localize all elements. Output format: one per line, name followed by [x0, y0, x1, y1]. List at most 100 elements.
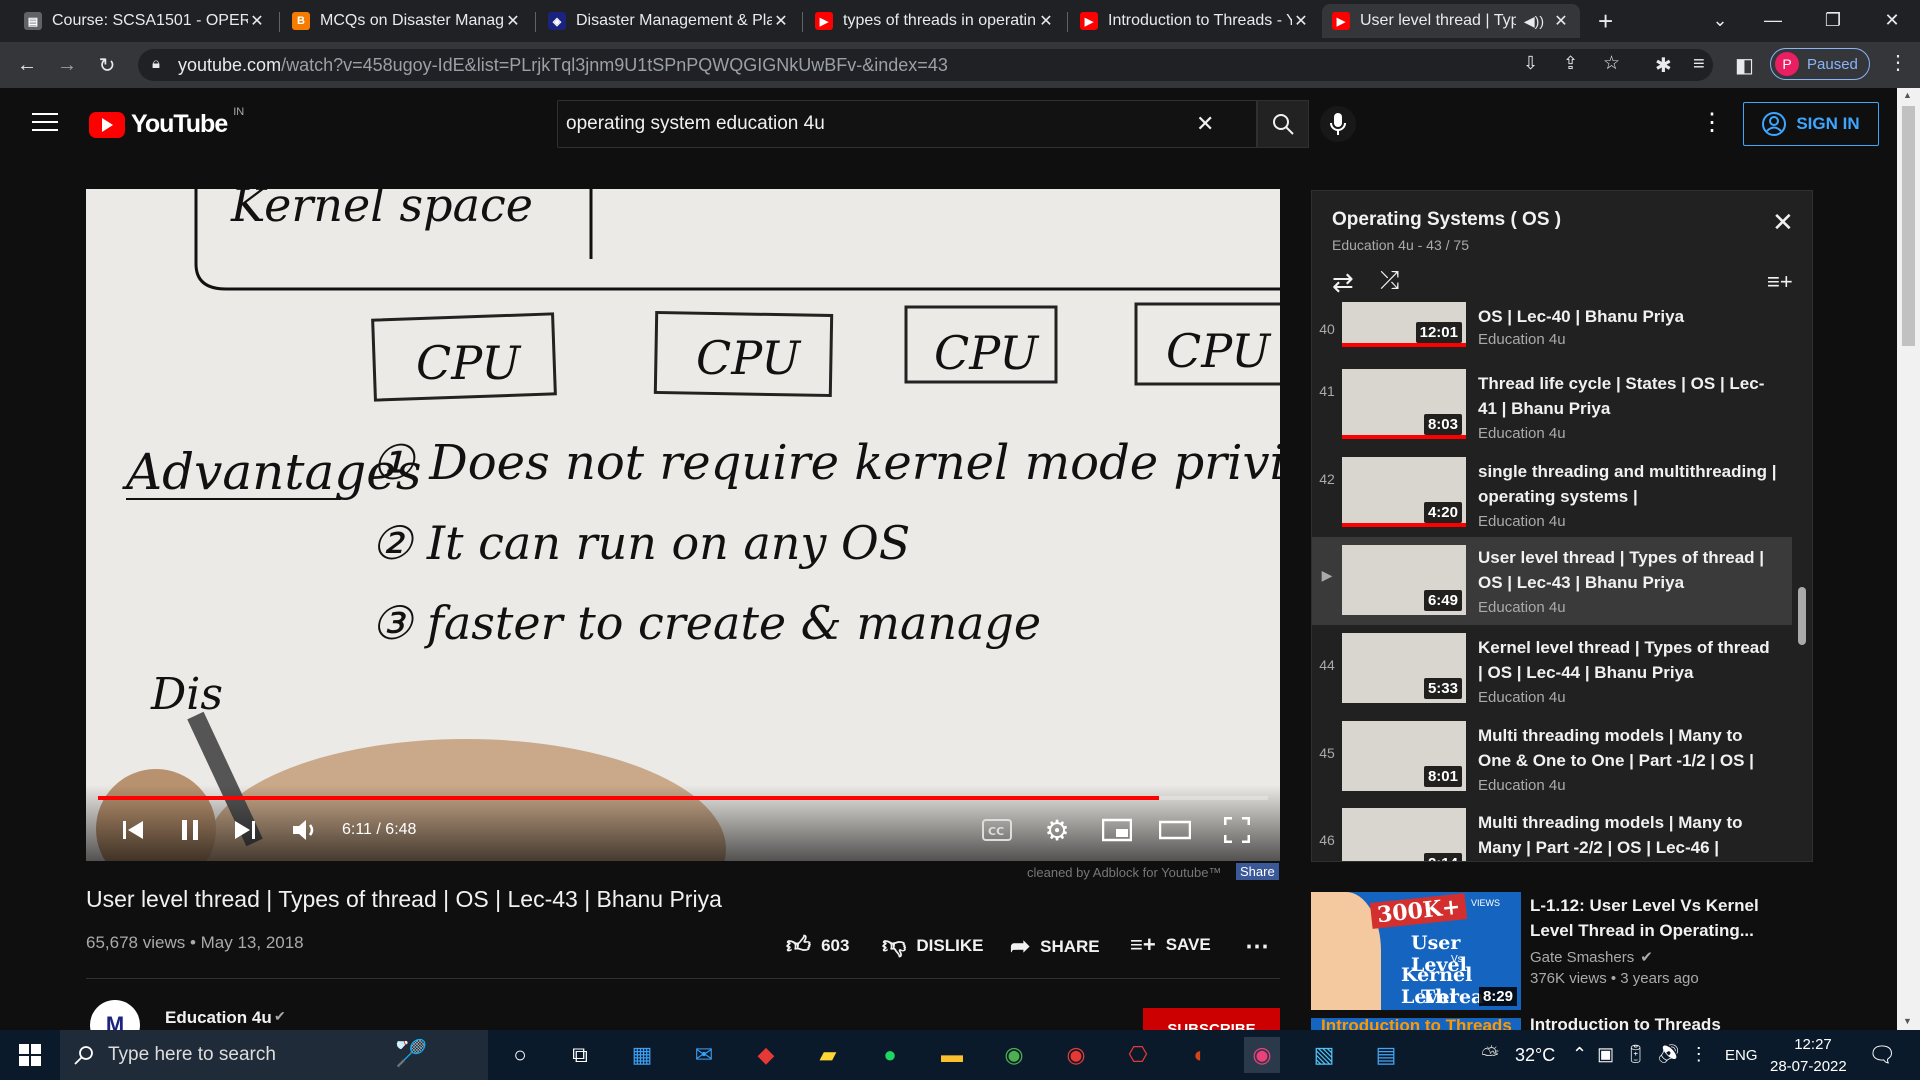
clock-time[interactable]: 12:27 [1778, 1036, 1848, 1053]
playlist-thumbnail[interactable]: 2:14 [1342, 808, 1466, 861]
channel-name[interactable]: Education 4u [165, 1008, 272, 1028]
hamburger-menu-icon[interactable] [32, 111, 58, 133]
close-playlist-icon[interactable]: ✕ [1772, 207, 1794, 238]
next-button[interactable] [230, 810, 260, 850]
forward-icon[interactable]: → [52, 50, 82, 80]
clear-search-icon[interactable]: ✕ [1196, 111, 1214, 137]
playlist-thumbnail[interactable]: 12:01 [1342, 302, 1466, 347]
photos-icon[interactable]: ▧ [1306, 1037, 1342, 1073]
captions-button[interactable]: CC [980, 810, 1014, 850]
playlist-item-current[interactable]: ▶ 6:49 User level thread | Types of thre… [1312, 537, 1792, 625]
profile-button[interactable]: P Paused [1770, 48, 1870, 80]
windows-start-icon[interactable] [12, 1037, 48, 1073]
page-scrollbar[interactable]: ▲ ▼ [1897, 88, 1920, 1030]
browser-tab[interactable]: ▶ Introduction to Threads - Yo ✕ [1070, 4, 1320, 38]
weather-icon[interactable]: ⛅︎ [1472, 1037, 1508, 1073]
playlist-item[interactable]: 45 8:01 Multi threading models | Many to… [1312, 721, 1792, 807]
next-related-thumbnail[interactable]: Introduction to Threads [1311, 1018, 1521, 1030]
close-tab-icon[interactable]: ✕ [1037, 11, 1055, 31]
save-button[interactable]: ≡+ SAVE [1130, 932, 1211, 958]
loop-playlist-icon[interactable]: ⇄ [1332, 267, 1354, 298]
document-icon[interactable]: ▤ [1368, 1037, 1404, 1073]
volume-button[interactable] [288, 810, 322, 850]
settings-gear-icon[interactable]: ⚙ [1040, 810, 1074, 850]
acrobat-icon[interactable]: ⎔ [1120, 1037, 1156, 1073]
input-language[interactable]: ENG [1725, 1047, 1758, 1064]
notifications-icon[interactable]: 🗨︎ [1868, 1042, 1896, 1068]
chrome-menu-icon[interactable]: ⋮ [1888, 50, 1908, 75]
maximize-icon[interactable]: ❐ [1805, 0, 1861, 40]
bookmark-star-icon[interactable]: ☆ [1603, 52, 1620, 75]
weather-temp[interactable]: 32°C [1515, 1045, 1555, 1066]
browser-tab-active[interactable]: ▶ User level thread | Type ◀)) ✕ [1322, 4, 1580, 38]
window-close-icon[interactable]: ✕ [1864, 0, 1920, 40]
playlist-item[interactable]: 42 4:20 single threading and multithread… [1312, 457, 1792, 543]
back-icon[interactable]: ← [12, 50, 42, 80]
voice-search-button[interactable] [1320, 106, 1356, 142]
share-icon[interactable]: ⇪ [1563, 53, 1578, 74]
sticky-notes-icon[interactable]: ▰ [810, 1037, 846, 1073]
pause-button[interactable] [175, 810, 205, 850]
chrome-active-icon[interactable]: ◉ [1244, 1037, 1280, 1073]
playlist-item[interactable]: 46 2:14 Multi threading models | Many to… [1312, 808, 1792, 861]
new-tab-icon[interactable]: + [1598, 6, 1613, 37]
system-tray-icons[interactable]: ⌃▣🔋︎🔊︎⋮ [1572, 1044, 1718, 1065]
adblock-share-button[interactable]: Share [1236, 863, 1279, 880]
miniplayer-button[interactable] [1100, 810, 1134, 850]
microsoft-store-icon[interactable]: ▦ [624, 1037, 660, 1073]
playlist-thumbnail[interactable]: 8:03 [1342, 369, 1466, 439]
related-video-title[interactable]: L-1.12: User Level Vs Kernel Level Threa… [1530, 893, 1760, 943]
task-view-icon[interactable]: ⧉ [562, 1037, 598, 1073]
playlist-title[interactable]: Operating Systems ( OS ) [1332, 209, 1561, 231]
more-actions-icon[interactable]: ⋯ [1245, 932, 1269, 961]
shuffle-icon[interactable]: ⤮ [1380, 267, 1399, 295]
reload-icon[interactable]: ↻ [92, 50, 122, 80]
browser-tab[interactable]: ◈ Disaster Management & Pla ✕ [538, 4, 800, 38]
related-channel[interactable]: Gate Smashers ✔ [1530, 948, 1653, 967]
mail-icon[interactable]: ✉ [686, 1037, 722, 1073]
playlist-thumbnail[interactable]: 4:20 [1342, 457, 1466, 527]
spotify-icon[interactable]: ● [872, 1037, 908, 1073]
chrome-profile-icon[interactable]: ◉ [1058, 1037, 1094, 1073]
lock-icon[interactable]: 🔒︎ [152, 55, 160, 72]
close-tab-icon[interactable]: ✕ [1552, 11, 1570, 31]
settings-more-icon[interactable]: ⋮ [1700, 108, 1724, 137]
app-red-diamond-icon[interactable]: ◆ [748, 1037, 784, 1073]
powerpoint-icon[interactable]: ◐ [1182, 1037, 1218, 1073]
install-icon[interactable]: ⇩ [1523, 53, 1538, 74]
tab-search-icon[interactable]: ⌄ [1692, 0, 1748, 40]
like-button[interactable]: 👍︎ 603 [786, 932, 849, 960]
close-tab-icon[interactable]: ✕ [772, 11, 790, 31]
reading-list-icon[interactable]: ≡ [1693, 53, 1705, 76]
browser-tab[interactable]: ▤ Course: SCSA1501 - OPERA ✕ [14, 4, 276, 38]
playlist-thumbnail[interactable]: 5:33 [1342, 633, 1466, 703]
previous-button[interactable] [118, 810, 148, 850]
chrome-icon[interactable]: ◉ [996, 1037, 1032, 1073]
browser-tab[interactable]: ▶ types of threads in operatin ✕ [805, 4, 1065, 38]
search-input[interactable]: operating system education 4u ✕ [557, 100, 1257, 148]
address-bar[interactable]: 🔒︎ youtube.com/watch?v=458ugoy-IdE&list=… [138, 49, 1713, 81]
playlist-scrollbar[interactable] [1798, 587, 1806, 645]
playlist-thumbnail[interactable]: 8:01 [1342, 721, 1466, 791]
video-player[interactable]: Kernel space CPU CPU CPU CPU Advantages … [86, 189, 1280, 861]
dislike-button[interactable]: 👎︎ DISLIKE [882, 932, 983, 960]
next-related-title[interactable]: Introduction to Threads [1530, 1018, 1721, 1030]
playlist-item[interactable]: 41 8:03 Thread life cycle | States | OS … [1312, 369, 1792, 455]
sign-in-button[interactable]: SIGN IN [1743, 102, 1879, 146]
fullscreen-button[interactable] [1220, 810, 1254, 850]
playlist-thumbnail[interactable]: 6:49 [1342, 545, 1466, 615]
file-explorer-icon[interactable]: ▬ [934, 1037, 970, 1073]
theater-mode-button[interactable] [1158, 810, 1192, 850]
taskbar-search-input[interactable]: Type here to search 🏸 [60, 1030, 488, 1080]
minimize-icon[interactable]: — [1745, 0, 1801, 40]
cortana-icon[interactable]: ○ [502, 1037, 538, 1073]
close-tab-icon[interactable]: ✕ [1292, 11, 1310, 31]
save-playlist-icon[interactable]: ≡+ [1767, 269, 1793, 295]
share-button[interactable]: ➦ SHARE [1010, 932, 1100, 961]
related-video-thumbnail[interactable]: 300K+ VIEWS User Level Vs Kernel Level T… [1311, 892, 1521, 1010]
browser-tab[interactable]: B MCQs on Disaster Managen ✕ [282, 4, 532, 38]
close-tab-icon[interactable]: ✕ [504, 11, 522, 31]
scroll-up-icon[interactable]: ▲ [1903, 90, 1912, 100]
audio-playing-icon[interactable]: ◀)) [1524, 13, 1544, 30]
scroll-down-icon[interactable]: ▼ [1903, 1016, 1912, 1026]
